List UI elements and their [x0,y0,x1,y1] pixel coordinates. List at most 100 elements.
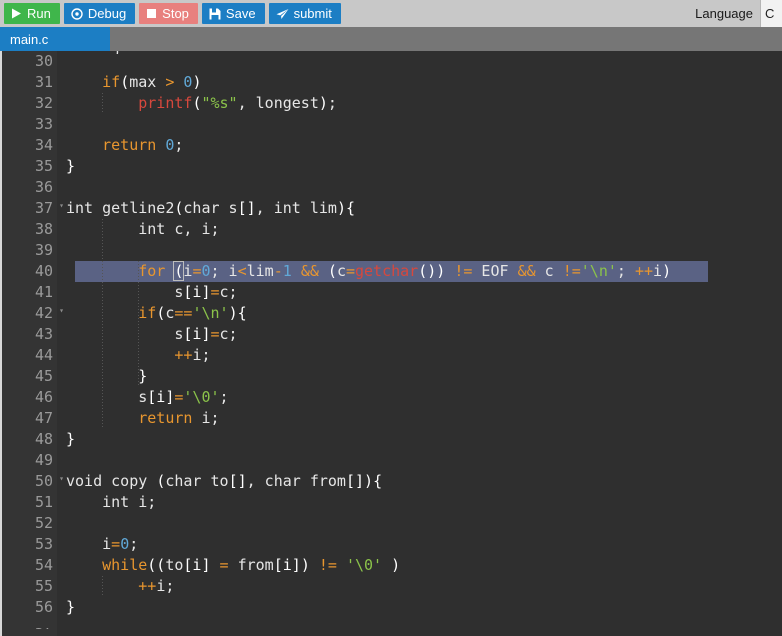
code-line[interactable]: 48} [2,429,782,450]
token-plain: int c, i; [66,220,220,238]
line-source[interactable]: i=0; [57,534,782,555]
token-op: != [454,262,473,280]
code-line[interactable]: 33 [2,114,782,135]
code-line[interactable]: 55 ++i; [2,576,782,597]
code-line[interactable]: 44 ++i; [2,345,782,366]
token-op: = [210,325,220,343]
token-num: 0 [120,535,130,553]
debug-button-label: Debug [87,6,127,21]
line-source[interactable]: s[i]='\0'; [57,387,782,408]
code-line[interactable]: 47 return i; [2,408,782,429]
code-line[interactable]: 38 int c, i; [2,219,782,240]
stop-button-label: Stop [162,6,189,21]
code-line[interactable]: 36 [2,177,782,198]
token-brace: [i] [273,556,301,574]
line-source[interactable]: s[i]=c; [57,282,782,303]
token-brace: ) [436,262,446,280]
line-source[interactable]: int c, i; [57,219,782,240]
line-source[interactable]: int getline2(char s[], int lim){ [57,198,782,219]
token-str: '\0' [183,388,220,406]
line-source[interactable]: int i; [57,492,782,513]
code-lines-container[interactable]: 30 31 if(max > 0) 32 printf("%s", longest)… [2,51,782,636]
line-number: 34 [34,136,53,154]
token-str: "%s" [201,94,238,112]
line-source[interactable]: } [57,366,782,387]
token-plain: , char from [246,472,346,490]
line-source[interactable]: if(max > 0) [57,72,782,93]
token-brace: ) [364,472,374,490]
line-source[interactable]: } [57,156,782,177]
code-line[interactable]: 39 [2,240,782,261]
token-brace: ) [662,262,672,280]
code-line[interactable]: 49 [2,450,782,471]
run-button[interactable]: Run [4,3,60,24]
line-source[interactable]: void copy (char to[], char from[]){ [57,471,782,492]
debug-button[interactable]: Debug [63,3,136,24]
code-line[interactable]: 56} [2,597,782,618]
code-line[interactable]: 46 s[i]='\0'; [2,387,782,408]
code-line[interactable]: 50 ▾ void copy (char to[], char from[]){ [2,471,782,492]
line-source[interactable]: return 0; [57,135,782,156]
line-source[interactable]: if(c=='\n'){ [57,303,782,324]
code-line[interactable]: 45 } [2,366,782,387]
save-button[interactable]: Save [201,3,265,24]
line-number: 50 ▾ [34,472,64,490]
line-source[interactable]: for (i=0; i<lim-1 && (c=getchar()) != EO… [57,261,782,282]
token-op: != [318,556,337,574]
language-dropdown[interactable]: C [760,0,782,27]
code-line[interactable]: 42 ▾ if(c=='\n'){ [2,303,782,324]
line-number: 55 [34,577,53,595]
code-line[interactable]: 32 printf("%s", longest); [2,93,782,114]
code-line[interactable]: 53 i=0; [2,534,782,555]
token-brace: ) [228,304,238,322]
line-number: 46 [34,388,53,406]
code-line[interactable]: 54 while((to[i] = from[i]) != '\0' ) [2,555,782,576]
code-line[interactable]: 37 ▾ int getline2(char s[], int lim){ [2,198,782,219]
code-line[interactable]: 30 [2,51,782,72]
line-source[interactable]: s[i]=c; [57,324,782,345]
line-source[interactable]: } [57,597,782,618]
line-source[interactable]: ++i; [57,576,782,597]
token-brace: [] [345,472,365,490]
token-brace: ( [327,262,337,280]
line-source[interactable]: printf("%s", longest); [57,93,782,114]
code-line[interactable]: 41 s[i]=c; [2,282,782,303]
line-number: 47 [34,409,53,427]
line-source[interactable]: while((to[i] = from[i]) != '\0' ) [57,555,782,576]
debug-circle-icon [71,7,83,20]
submit-button[interactable]: submit [268,3,341,24]
token-plain: i; [192,346,211,364]
line-source[interactable]: } [57,429,782,450]
code-line[interactable]: 52 [2,513,782,534]
token-op: = [345,262,355,280]
token-op: ++ [174,346,193,364]
line-number: 31 [34,73,53,91]
play-icon [11,8,22,19]
tab-main-c[interactable]: main.c [0,27,110,51]
token-plain: char s [183,199,238,217]
code-line[interactable]: 40 for (i=0; i<lim-1 && (c=getchar()) !=… [2,261,782,282]
line-number: 40 [34,262,53,280]
token-func: printf [138,94,193,112]
code-line[interactable]: 51 int i; [2,492,782,513]
code-line[interactable]: 43 s[i]=c; [2,324,782,345]
line-source[interactable]: ++i; [57,345,782,366]
line-source[interactable]: return i; [57,408,782,429]
code-line[interactable]: 34 return 0; [2,135,782,156]
run-button-label: Run [27,6,51,21]
token-op: = [219,556,229,574]
code-line[interactable]: 31 if(max > 0) [2,72,782,93]
token-plain: s [66,388,148,406]
token-plain: max [129,73,166,91]
code-line[interactable]: 35} [2,156,782,177]
code-editor[interactable]: } 3031 if(max > 0)32 printf("%s", longes… [0,51,782,636]
token-str: '\n' [192,304,229,322]
stop-button[interactable]: Stop [139,3,198,24]
token-plain: i; [156,577,175,595]
